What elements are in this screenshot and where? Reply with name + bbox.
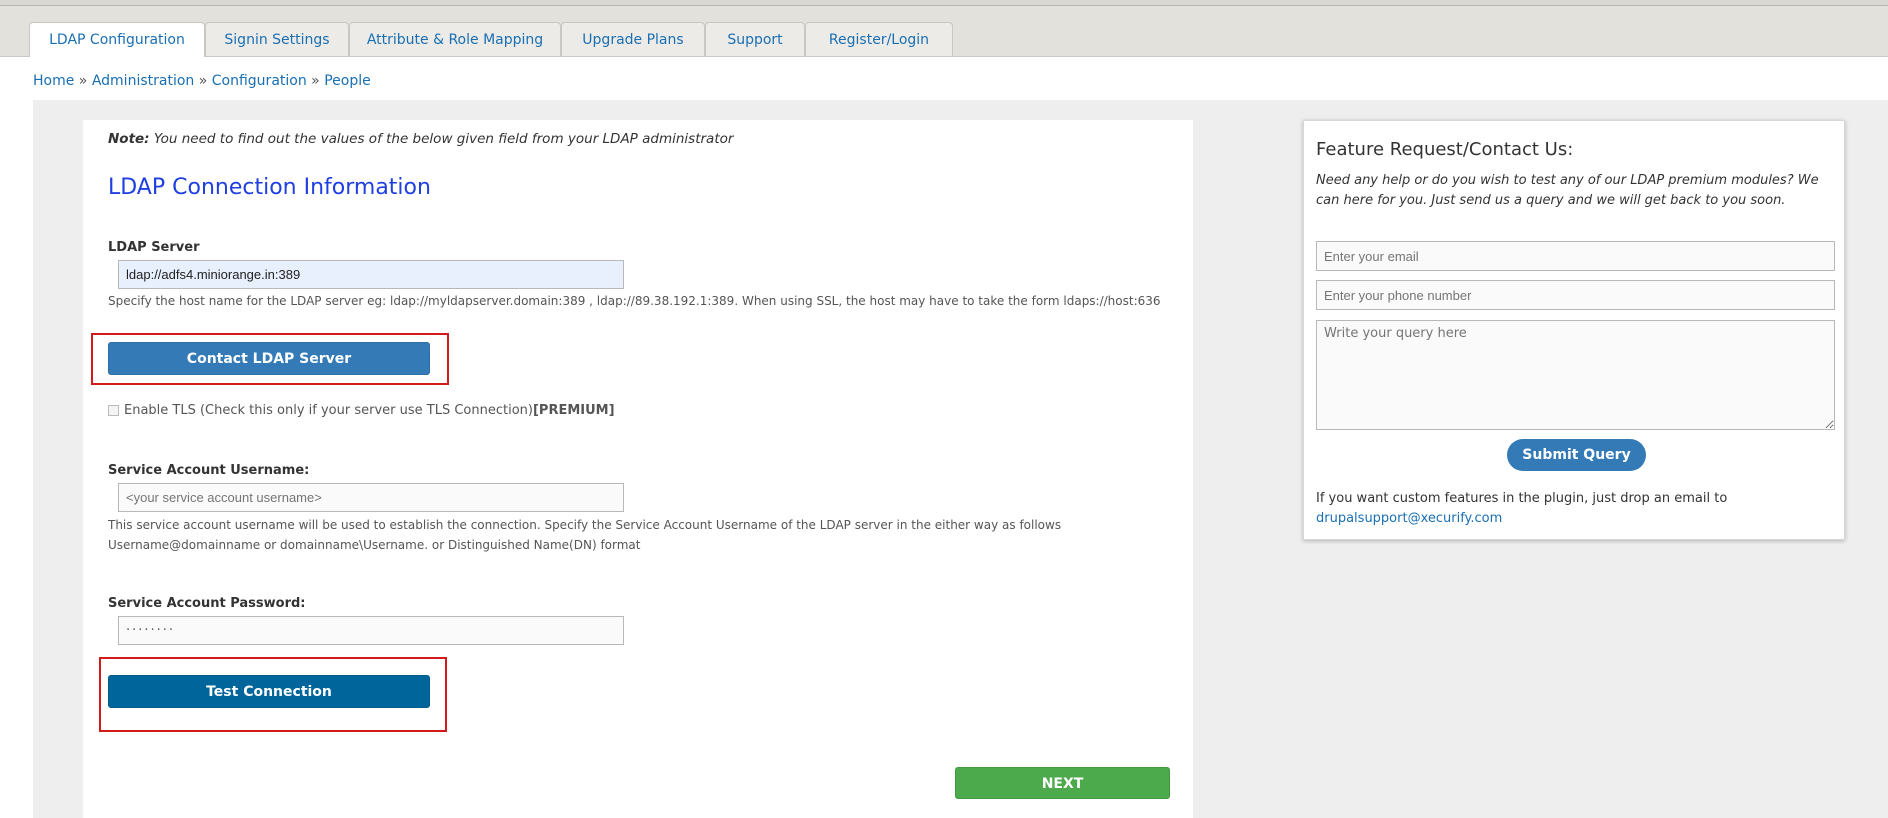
ldap-server-help: Specify the host name for the LDAP serve… (108, 294, 1161, 308)
service-username-help-line1: This service account username will be us… (108, 518, 1062, 532)
tls-label-text: Enable TLS (Check this only if your serv… (124, 403, 533, 418)
tab-ldap-configuration[interactable]: LDAP Configuration (29, 22, 205, 57)
contact-query-textarea[interactable] (1316, 320, 1835, 430)
tab-register-login[interactable]: Register/Login (805, 22, 953, 56)
submit-query-button[interactable]: Submit Query (1507, 439, 1646, 471)
page-title: LDAP Connection Information (108, 175, 431, 200)
breadcrumb-configuration[interactable]: Configuration (212, 73, 307, 89)
note-body: You need to find out the values of the b… (149, 131, 734, 147)
enable-tls-label: Enable TLS (Check this only if your serv… (124, 403, 615, 418)
ldap-server-input[interactable] (118, 260, 624, 289)
service-username-help: This service account username will be us… (108, 515, 1061, 555)
breadcrumb-home[interactable]: Home (33, 73, 74, 89)
enable-tls-checkbox[interactable] (108, 405, 119, 416)
contact-panel-title: Feature Request/Contact Us: (1316, 139, 1574, 160)
tab-signin-settings[interactable]: Signin Settings (205, 22, 349, 56)
service-password-input[interactable]: ········ (118, 616, 624, 645)
tab-attribute-role-mapping[interactable]: Attribute & Role Mapping (349, 22, 561, 56)
contact-ldap-server-button[interactable]: Contact LDAP Server (108, 342, 430, 375)
breadcrumb-people[interactable]: People (324, 73, 371, 89)
contact-us-panel: Feature Request/Contact Us: Need any hel… (1303, 120, 1845, 540)
premium-badge: [PREMIUM] (532, 403, 615, 418)
contact-panel-description: Need any help or do you wish to test any… (1316, 173, 1819, 208)
breadcrumb-separator: » (311, 73, 320, 89)
service-username-label: Service Account Username: (108, 463, 310, 478)
note-prefix: Note: (108, 131, 150, 147)
breadcrumb-administration[interactable]: Administration (92, 73, 194, 89)
service-username-input[interactable] (118, 483, 624, 512)
tab-support[interactable]: Support (705, 22, 805, 56)
test-connection-button[interactable]: Test Connection (108, 675, 430, 708)
tab-bar: LDAP Configuration Signin Settings Attri… (0, 6, 1888, 57)
service-password-label: Service Account Password: (108, 596, 306, 611)
support-email-link[interactable]: drupalsupport@xecurify.com (1316, 511, 1502, 526)
breadcrumb: Home » Administration » Configuration » … (33, 73, 371, 89)
custom-features-text: If you want custom features in the plugi… (1316, 489, 1834, 529)
tab-upgrade-plans[interactable]: Upgrade Plans (561, 22, 705, 56)
ldap-server-label: LDAP Server (108, 240, 200, 255)
contact-email-input[interactable] (1316, 241, 1835, 271)
note-text: Note: You need to find out the values of… (108, 131, 733, 147)
service-username-help-line2: Username@domainname or domainname\Userna… (108, 538, 641, 552)
next-button[interactable]: NEXT (955, 767, 1170, 799)
breadcrumb-separator: » (78, 73, 88, 89)
breadcrumb-separator: » (198, 73, 208, 89)
contact-phone-input[interactable] (1316, 280, 1835, 310)
custom-features-line: If you want custom features in the plugi… (1316, 491, 1728, 506)
